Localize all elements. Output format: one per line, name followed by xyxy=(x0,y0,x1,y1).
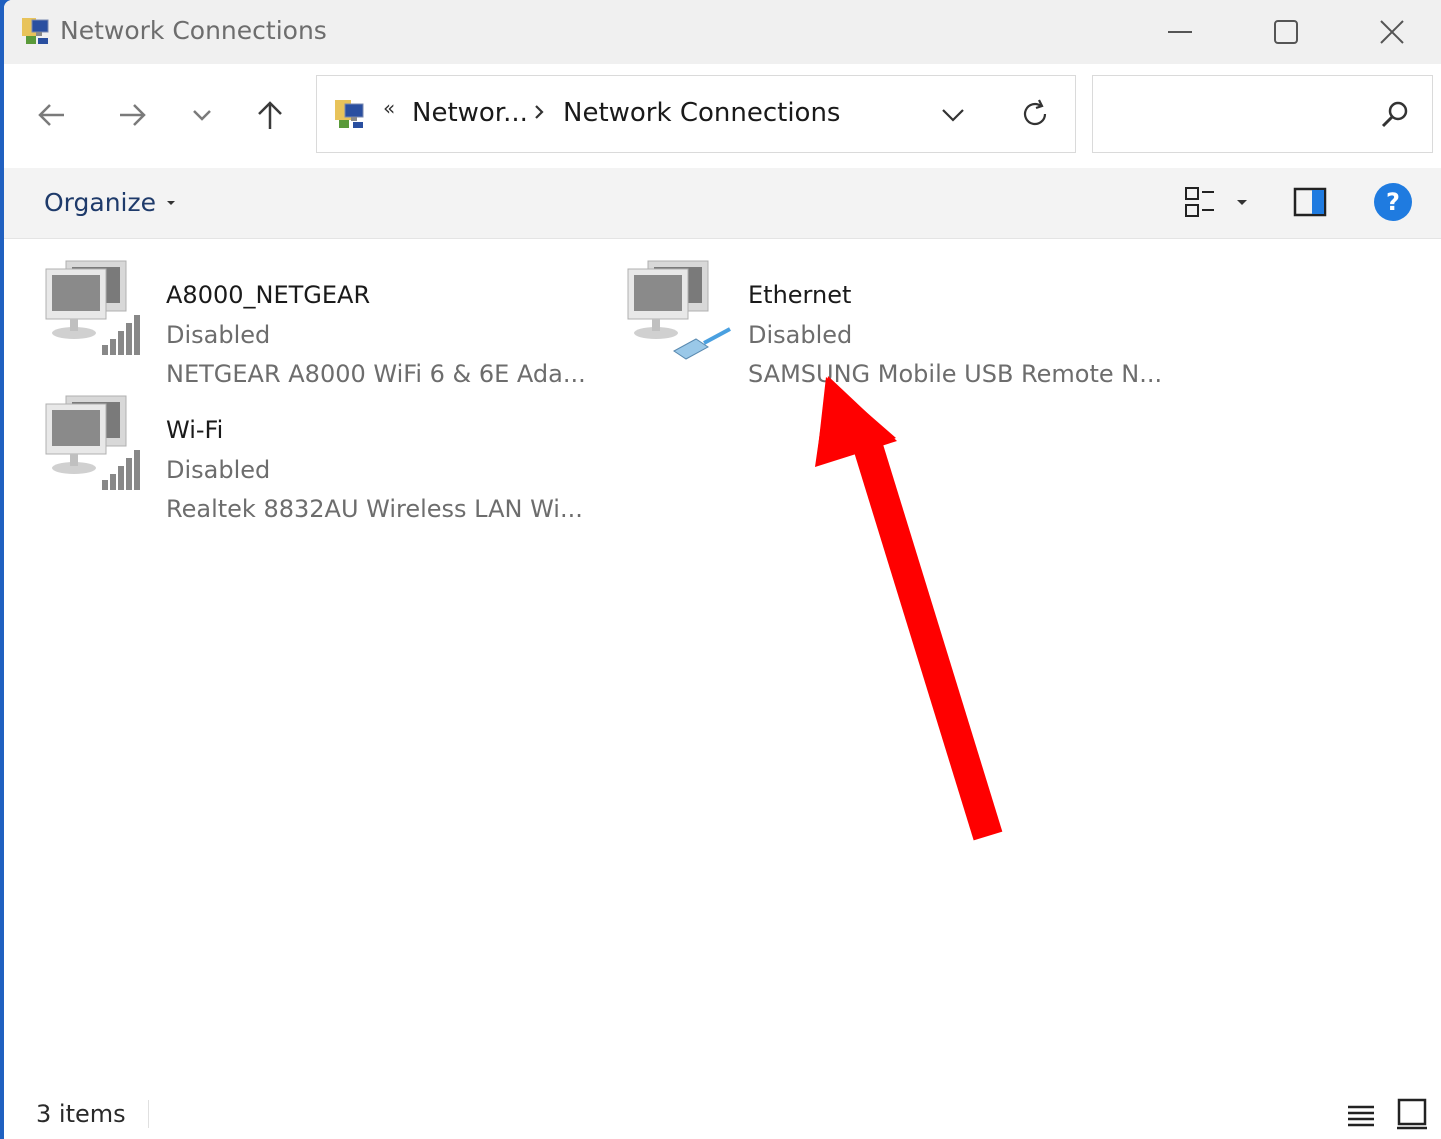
help-button[interactable]: ? xyxy=(1374,183,1412,221)
breadcrumb-overflow-button[interactable]: « xyxy=(383,96,395,120)
network-folder-icon xyxy=(335,100,364,128)
recent-locations-button[interactable] xyxy=(178,90,226,140)
organize-button[interactable]: Organize xyxy=(44,188,176,217)
connection-device: NETGEAR A8000 WiFi 6 & 6E Ada... xyxy=(166,360,586,388)
change-view-icon[interactable] xyxy=(1182,184,1218,220)
status-divider xyxy=(148,1100,149,1128)
connection-item-wi-fi[interactable]: Wi-Fi Disabled Realtek 8832AU Wireless L… xyxy=(44,394,604,524)
refresh-icon[interactable] xyxy=(1017,96,1053,132)
close-icon xyxy=(1380,20,1404,44)
breadcrumb-network-connections[interactable]: Network Connections xyxy=(563,98,840,128)
up-button[interactable] xyxy=(246,90,294,140)
view-options-caret-icon[interactable] xyxy=(1234,194,1250,210)
search-icon xyxy=(1381,101,1408,128)
wireless-adapter-icon xyxy=(45,260,140,355)
minimize-button[interactable] xyxy=(1128,0,1232,64)
connection-item-ethernet[interactable]: Ethernet Disabled SAMSUNG Mobile USB Rem… xyxy=(626,259,1186,389)
breadcrumb-network[interactable]: Networ... xyxy=(412,98,528,128)
ethernet-adapter-icon xyxy=(627,260,731,360)
chevron-down-icon xyxy=(193,110,211,121)
preview-pane-icon[interactable] xyxy=(1292,184,1328,220)
connection-status: Disabled xyxy=(166,456,271,484)
caret-down-icon xyxy=(167,200,175,205)
organize-label: Organize xyxy=(44,188,156,217)
wireless-adapter-icon xyxy=(45,395,140,490)
help-icon: ? xyxy=(1386,188,1400,216)
connection-status: Disabled xyxy=(748,321,853,349)
connection-name: A8000_NETGEAR xyxy=(166,281,371,309)
item-count: 3 items xyxy=(36,1100,126,1128)
arrow-left-icon xyxy=(38,104,64,126)
forward-button[interactable] xyxy=(108,90,156,140)
details-view-icon[interactable] xyxy=(1344,1098,1378,1132)
maximize-button[interactable] xyxy=(1234,0,1338,64)
arrow-right-icon xyxy=(120,104,146,126)
connection-name: Ethernet xyxy=(748,281,852,309)
connection-item-a8000-netgear[interactable]: A8000_NETGEAR Disabled NETGEAR A8000 WiF… xyxy=(44,259,604,389)
connection-name: Wi-Fi xyxy=(166,416,224,444)
status-bar: 3 items xyxy=(4,1090,1441,1139)
back-button[interactable] xyxy=(28,90,76,140)
maximize-icon xyxy=(1274,20,1298,44)
minimize-icon xyxy=(1168,31,1192,33)
command-bar: Organize ? xyxy=(4,168,1441,239)
connections-list: A8000_NETGEAR Disabled NETGEAR A8000 WiF… xyxy=(4,239,1441,1089)
large-icons-view-icon[interactable] xyxy=(1394,1096,1430,1132)
title-bar[interactable]: Network Connections xyxy=(4,0,1441,64)
connection-status: Disabled xyxy=(166,321,271,349)
network-connections-app-icon xyxy=(22,18,49,44)
connection-device: SAMSUNG Mobile USB Remote N... xyxy=(748,360,1163,388)
address-history-chevron-icon[interactable] xyxy=(937,98,969,130)
connection-device: Realtek 8832AU Wireless LAN Wi... xyxy=(166,495,583,523)
breadcrumb-separator-icon[interactable] xyxy=(531,100,547,124)
window-title: Network Connections xyxy=(60,16,327,45)
address-bar[interactable]: « Networ... Network Connections xyxy=(316,75,1076,153)
explorer-window: Network Connections « Networ... Network … xyxy=(4,0,1441,1139)
navigation-bar: « Networ... Network Connections xyxy=(4,64,1441,168)
arrow-up-icon xyxy=(258,101,282,129)
search-box[interactable] xyxy=(1092,75,1433,153)
close-button[interactable] xyxy=(1340,0,1441,64)
